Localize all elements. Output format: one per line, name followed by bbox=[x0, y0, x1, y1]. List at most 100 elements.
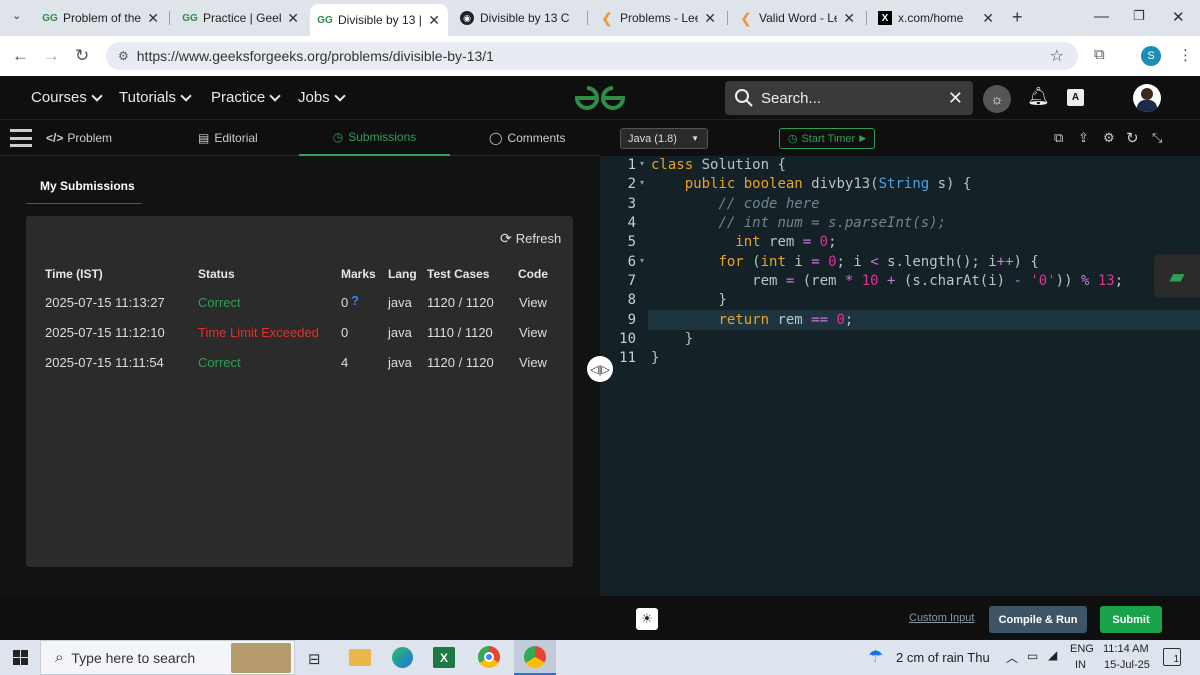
weather-rain-icon: ☂ bbox=[868, 647, 884, 666]
bookmark-star-icon[interactable]: ☆ bbox=[1050, 46, 1064, 66]
fold-icon[interactable]: ▾ bbox=[640, 159, 644, 168]
view-code-link[interactable]: View bbox=[519, 325, 547, 340]
close-window-icon[interactable]: ✕ bbox=[1172, 8, 1185, 26]
browser-tab-strip: ⌄ GG Problem of the D ✕ GG Practice | Ge… bbox=[0, 0, 1200, 36]
browser-tab[interactable]: GG Problem of the D ✕ bbox=[35, 6, 167, 30]
timer-label: Start Timer bbox=[801, 132, 856, 145]
browser-tab-active[interactable]: GG Divisible by 13 | ✕ bbox=[310, 4, 448, 36]
line-number: 5 bbox=[627, 234, 636, 250]
user-avatar[interactable] bbox=[1133, 84, 1161, 112]
site-info-icon[interactable]: ⚙ bbox=[118, 49, 129, 63]
browser-tab[interactable]: ◉ Divisible by 13 C bbox=[452, 6, 584, 30]
language-select[interactable]: Java (1.8) ▼ bbox=[620, 128, 708, 149]
reload-icon[interactable]: ↻ bbox=[75, 46, 89, 66]
notification-center-icon[interactable]: 1 bbox=[1163, 648, 1181, 666]
compile-run-button[interactable]: Compile & Run bbox=[989, 606, 1087, 633]
line-number: 7 bbox=[627, 273, 636, 289]
copy-icon[interactable]: ⧉ bbox=[1054, 130, 1063, 146]
tab-search-chevron-icon[interactable]: ⌄ bbox=[12, 9, 21, 22]
view-code-link[interactable]: View bbox=[519, 355, 547, 370]
chrome-icon[interactable] bbox=[478, 646, 500, 668]
tab-title: Problems - Leetc bbox=[620, 11, 699, 25]
menu-practice[interactable]: Practice bbox=[211, 89, 281, 106]
code-editor[interactable]: 1 2 3 4 5 6 7 8 9 10 11 ▾ ▾ ▾ class Solu… bbox=[600, 156, 1200, 596]
leetcode-favicon-icon: ❮ bbox=[601, 9, 613, 26]
tab-problem[interactable]: </> Problem bbox=[46, 120, 112, 156]
chat-bubble-icon[interactable]: ▰ bbox=[1154, 254, 1200, 298]
custom-input-link[interactable]: Custom Input bbox=[909, 612, 974, 624]
restore-icon[interactable]: ❐ bbox=[1133, 8, 1145, 24]
forward-icon[interactable]: → bbox=[43, 46, 60, 66]
edge-icon[interactable] bbox=[392, 647, 413, 668]
hamburger-menu-icon[interactable] bbox=[10, 129, 32, 147]
tab-comments[interactable]: ◯ Comments bbox=[489, 120, 565, 156]
gfg-logo-icon[interactable] bbox=[573, 84, 627, 112]
new-tab-icon[interactable]: + bbox=[1012, 7, 1023, 28]
chrome-profile-taskbar-button[interactable] bbox=[514, 640, 556, 675]
excel-icon[interactable]: X bbox=[433, 647, 455, 668]
start-timer-button[interactable]: ◷ Start Timer ▶ bbox=[779, 128, 875, 149]
minimize-icon[interactable]: — bbox=[1094, 8, 1109, 25]
browser-tab[interactable]: ❮ Problems - Leetc ✕ bbox=[592, 6, 724, 30]
reset-icon[interactable]: ↻ bbox=[1126, 129, 1139, 147]
code-line: public boolean divby13(String s) { bbox=[684, 176, 972, 192]
clock-date[interactable]: 15-Jul-25 bbox=[1104, 659, 1150, 671]
export-icon[interactable]: ⇪ bbox=[1078, 130, 1089, 146]
extensions-icon[interactable]: ⧉ bbox=[1094, 46, 1105, 63]
fold-icon[interactable]: ▾ bbox=[640, 178, 644, 187]
line-number: 2 bbox=[627, 176, 636, 192]
leetcode-favicon-icon: ❮ bbox=[740, 9, 752, 26]
menu-tutorials[interactable]: Tutorials bbox=[119, 89, 192, 106]
marks-help-icon[interactable]: ? bbox=[351, 293, 359, 308]
fold-icon[interactable]: ▾ bbox=[640, 256, 644, 265]
menu-courses[interactable]: Courses bbox=[31, 89, 103, 106]
submit-button[interactable]: Submit bbox=[1100, 606, 1162, 633]
battery-icon[interactable]: ▭ bbox=[1027, 649, 1038, 663]
column-header: Code bbox=[518, 267, 548, 281]
tray-chevron-icon[interactable]: ︿ bbox=[1006, 649, 1018, 666]
tab-editorial[interactable]: ▤ Editorial bbox=[198, 120, 258, 156]
browser-tab[interactable]: GG Practice | Geeksf ✕ bbox=[175, 6, 307, 30]
code-line: rem = (rem * 10 + (s.charAt(i) - '0')) %… bbox=[651, 273, 1124, 289]
menu-jobs[interactable]: Jobs bbox=[298, 89, 346, 106]
line-number: 10 bbox=[619, 331, 636, 347]
close-tab-icon[interactable]: ✕ bbox=[982, 10, 994, 27]
clock-time[interactable]: 11:14 AM bbox=[1103, 643, 1149, 655]
kebab-menu-icon[interactable]: ⋮ bbox=[1178, 46, 1193, 64]
task-view-icon[interactable]: ⊟ bbox=[308, 650, 321, 668]
theme-toggle-icon[interactable]: ☼ bbox=[983, 85, 1011, 113]
browser-tab[interactable]: X x.com/home ✕ bbox=[870, 6, 1002, 30]
search-input[interactable]: Search... ✕ bbox=[725, 81, 973, 115]
profile-avatar[interactable]: S bbox=[1141, 46, 1161, 66]
windows-start-icon[interactable] bbox=[13, 650, 28, 665]
bell-icon[interactable]: 🔔︎ bbox=[1027, 86, 1050, 107]
close-tab-icon[interactable]: ✕ bbox=[704, 10, 716, 27]
view-code-link[interactable]: View bbox=[519, 295, 547, 310]
file-explorer-icon[interactable] bbox=[349, 649, 371, 666]
url-bar[interactable]: ⚙ https://www.geeksforgeeks.org/problems… bbox=[106, 42, 1078, 70]
wifi-icon[interactable]: ◢ bbox=[1048, 648, 1057, 662]
taskbar-search-input[interactable]: ⌕ Type here to search bbox=[40, 640, 295, 675]
back-icon[interactable]: ← bbox=[12, 46, 29, 66]
close-tab-icon[interactable]: ✕ bbox=[147, 10, 159, 27]
tab-label: Problem bbox=[67, 131, 113, 145]
resize-handle-icon[interactable]: ◁|▷ bbox=[587, 356, 613, 382]
settings-icon[interactable]: ⚙ bbox=[1103, 130, 1115, 146]
language-indicator-bottom[interactable]: IN bbox=[1075, 659, 1086, 671]
weather-text[interactable]: 2 cm of rain Thu bbox=[896, 650, 990, 665]
hint-lightbulb-icon[interactable]: ☀ bbox=[636, 608, 658, 630]
close-tab-icon[interactable]: ✕ bbox=[287, 10, 299, 27]
refresh-button[interactable]: ⟳ Refresh bbox=[500, 230, 561, 247]
browser-tab[interactable]: ❮ Valid Word - Lee ✕ bbox=[731, 6, 863, 30]
code-line: class Solution { bbox=[651, 157, 786, 173]
clear-search-icon[interactable]: ✕ bbox=[948, 88, 963, 109]
fullscreen-icon[interactable]: ⤡ bbox=[1152, 130, 1162, 146]
close-tab-icon[interactable]: ✕ bbox=[843, 10, 855, 27]
translate-icon[interactable]: A bbox=[1067, 89, 1084, 106]
status-correct: Correct bbox=[198, 355, 241, 370]
menu-label: Practice bbox=[211, 89, 266, 106]
close-tab-icon[interactable]: ✕ bbox=[428, 12, 440, 29]
editor-toolbar: Java (1.8) ▼ ◷ Start Timer ▶ ⧉ ⇪ ⚙ ↻ ⤡ bbox=[600, 120, 1200, 156]
tab-submissions[interactable]: ◷ Submissions bbox=[299, 120, 450, 156]
language-indicator-top[interactable]: ENG bbox=[1070, 643, 1094, 655]
